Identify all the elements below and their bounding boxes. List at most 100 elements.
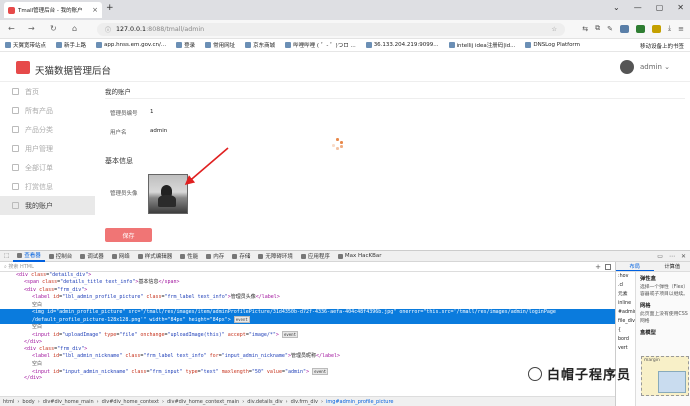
responsive-icon[interactable]: ▭ [657,253,663,260]
extension-icon[interactable] [636,24,646,33]
user-menu[interactable]: admin ⌄ [640,63,670,71]
bookmark-item[interactable]: 登录 [176,41,195,49]
bookmark-item[interactable]: 京东商城 [245,41,275,49]
crumb-item[interactable]: div.frm_div [291,399,318,405]
crumb-item[interactable]: body [22,399,34,405]
markup-node[interactable]: <label id="lbl_admin_profile_picture" cl… [0,294,615,301]
admin-profile-picture[interactable] [148,174,188,214]
tab-computed[interactable]: 计算值 [654,262,690,271]
bookmark-icon [245,42,252,48]
window-controls: ⌄ — ▢ ✕ [613,3,684,12]
bookmark-item[interactable]: 新手上路 [56,41,86,49]
bookmark-item[interactable]: 36.133.204.219:9099... [365,42,439,48]
markup-node[interactable]: <label id="lbl_admin_nickname" class="fr… [0,353,615,360]
markup-node[interactable]: <input id="input_admin_nickname" class="… [0,368,615,376]
close-devtools-icon[interactable]: ✕ [681,253,686,260]
add-node-icon[interactable]: + [595,263,601,271]
markup-node[interactable]: </div> [0,339,615,346]
markup-node[interactable]: /default_profile_picture-128x128.png'" w… [0,316,615,324]
markup-node[interactable]: 空白 [0,361,615,368]
home-icon[interactable]: ⌂ [72,24,77,33]
url-bar[interactable]: ⓘ 127.0.0.1:8088/tmall/admin ☆ [97,23,565,36]
extension-icon[interactable] [620,24,630,33]
more-icon[interactable]: ⋯ [669,253,675,260]
new-tab-button[interactable]: + [106,3,114,13]
downloads-icon[interactable]: ⤓ [668,24,671,33]
devtools-tab[interactable]: 控制台 [45,252,77,260]
crumb-item-selected[interactable]: img#admin_profile_picture [326,399,394,405]
bookmark-label: 哔哩哔哩 ( ゜- ゜)つロ ... [293,43,356,49]
devtools-tab[interactable]: 无障碍环境 [254,252,297,260]
bookmark-label: DNSLog Platform [533,42,580,48]
crumb-item[interactable]: div#div_home_context_main [167,399,239,405]
translate-icon[interactable]: ⇆ [582,25,588,33]
devtools-tab[interactable]: 网络 [108,252,134,260]
sidebar-item-label: 全部订单 [25,163,53,172]
forward-icon[interactable]: → [28,24,35,33]
page-info-icon[interactable]: ⓘ [105,25,111,34]
devtools-tab[interactable]: 样式编辑器 [134,252,177,260]
screenshot-icon[interactable]: ⧉ [595,24,600,33]
bookmark-item[interactable]: DNSLog Platform [525,42,580,48]
reload-icon[interactable]: ↻ [50,24,57,33]
bookmark-item[interactable]: app.hnss.em.gov.cn/... [96,42,166,48]
element-picker-icon[interactable]: ⬚ [0,253,13,259]
html-search[interactable]: ⌕ 搜索 HTML + [0,262,615,272]
devtools-tab[interactable]: Max HacKBar [334,253,386,259]
sidebar-item[interactable]: 全部订单 [0,158,95,177]
markup-tree: <div class="details_div"> <span class="de… [0,272,615,396]
bookmark-star-icon[interactable]: ☆ [551,26,557,33]
devtools-sidebar: 布局 计算值 :hov .cl 元素 inline #admin file_div {bor… [615,262,690,406]
devtools-tab[interactable]: 性能 [176,252,202,260]
menu-icon[interactable]: ≡ [678,25,684,33]
markup-node[interactable]: <input id="uploadImage" type="file" onch… [0,331,615,339]
sidebar-item[interactable]: 打赏信息 [0,177,95,196]
devtools-tab-icon [137,253,143,259]
markup-node[interactable]: <img id="admin_profile_picture" src="/tm… [0,308,615,317]
sidebar-item[interactable]: 产品分类 [0,120,95,139]
box-model-heading[interactable]: 盒模型 [637,326,690,338]
markup-node[interactable]: 空白 [0,324,615,331]
flexbox-heading[interactable]: 弹性盒 [637,272,690,284]
node-breadcrumbs: html › body › div#div_home_main › div#div_home… [0,396,615,406]
browser-tab[interactable]: Tmall管理后台 - 我的账户 × [4,2,102,18]
sidebar-item[interactable]: 所有产品 [0,101,95,120]
close-window-icon[interactable]: ✕ [677,3,684,12]
tab-list-icon[interactable]: ⌄ [613,3,620,12]
avatar[interactable] [620,60,634,74]
bookmark-label: app.hnss.em.gov.cn/... [104,42,167,48]
grid-heading[interactable]: 网格 [637,299,690,311]
sidebar-item[interactable]: 首页 [0,82,95,101]
sidebar-item[interactable]: 我的账户 [0,196,95,215]
dictionary-icon[interactable]: ✎ [607,25,613,33]
maximize-icon[interactable]: ▢ [656,3,664,12]
back-icon[interactable]: ← [8,24,15,33]
devtools-tab[interactable]: 存储 [228,252,254,260]
mobile-bookmarks[interactable]: 移动设备上的书签 [640,42,684,50]
close-tab-icon[interactable]: × [92,6,98,14]
devtools-tab[interactable]: 查看器 [13,251,45,262]
extension-icon[interactable] [652,24,662,33]
portrait-body [158,195,176,207]
bookmark-item[interactable]: 天翼宽带站点 [5,41,46,49]
minimize-icon[interactable]: — [634,3,642,12]
crumb-item[interactable]: div#div_home_context [102,399,159,405]
markup-node[interactable]: 空白 [0,302,615,309]
crumb-item[interactable]: div#div_home_main [43,399,94,405]
save-button[interactable]: 保存 [105,228,152,242]
bookmark-item[interactable]: 哔哩哔哩 ( ゜- ゜)つロ ... [285,41,356,49]
rule-line: :hov [618,274,629,279]
bookmark-item[interactable]: intellij idea注册码|id... [448,41,515,49]
markup-node[interactable]: </div> [0,375,615,382]
crumb-item[interactable]: div.details_div [247,399,282,405]
devtools-tab[interactable]: 调试器 [76,252,108,260]
devtools-tab[interactable]: 应用程序 [297,252,334,260]
crumb-item[interactable]: html [3,399,14,405]
bookmark-icon [5,42,11,48]
markup-node[interactable]: <span class="details_title text_info">基本… [0,279,615,286]
devtools-tab[interactable]: 内存 [202,252,228,260]
eyedropper-icon[interactable] [605,264,611,270]
sidebar-item[interactable]: 用户管理 [0,139,95,158]
bookmark-item[interactable]: 常用网址 [205,41,235,49]
tab-layout[interactable]: 布局 [616,262,654,271]
